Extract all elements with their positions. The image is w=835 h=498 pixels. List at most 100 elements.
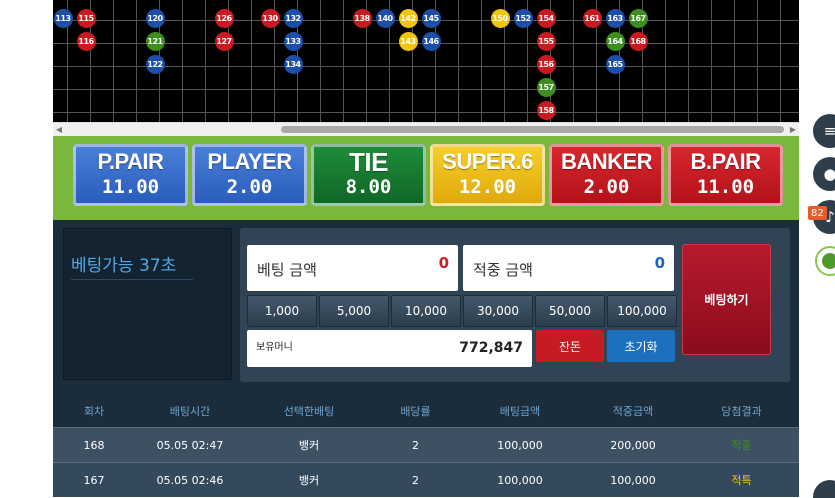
bet-amount-value: 0 — [438, 254, 449, 272]
option-name: SUPER.6 — [442, 149, 533, 174]
board-scrollbar[interactable]: ◀ ▶ — [53, 122, 799, 136]
option-name: P.PAIR — [97, 149, 164, 174]
win-amount-value: 0 — [654, 254, 665, 272]
cell-result: 적특 — [731, 474, 752, 487]
bet-options-bar: P.PAIR 11.00 PLAYER 2.00 TIE 8.00 SUPER.… — [53, 136, 799, 220]
cell-odds: 2 — [412, 438, 419, 452]
notification-badge: 82 — [808, 206, 827, 220]
reset-button[interactable]: 초기화 — [607, 330, 675, 362]
menu-icon[interactable]: ≡ — [813, 114, 835, 148]
change-button[interactable]: 잔돈 — [536, 330, 604, 362]
chip-30000[interactable]: 30,000 — [463, 295, 533, 327]
bead: 156 — [536, 54, 556, 74]
bet-timer: 베팅가능 37초 — [71, 256, 177, 276]
bead: 127 — [214, 31, 234, 51]
option-name: PLAYER — [207, 149, 292, 174]
chip-5000[interactable]: 5,000 — [319, 295, 389, 327]
header-odds: 배당률 — [400, 405, 431, 418]
header-round: 회차 — [83, 405, 105, 418]
cell-bet: 100,000 — [497, 438, 543, 452]
option-super6[interactable]: SUPER.6 12.00 — [430, 144, 545, 206]
bead: 121 — [145, 31, 165, 51]
bead: 142 — [398, 8, 418, 28]
option-odds: 2.00 — [226, 176, 273, 198]
page: 113 115 116 120 121 122 126 127 130 132 133 134 138 1… — [0, 0, 835, 498]
header-pick: 선택한배팅 — [283, 405, 335, 418]
cell-time: 05.05 02:46 — [156, 473, 224, 487]
option-p-pair[interactable]: P.PAIR 11.00 — [73, 144, 188, 206]
bet-amount-field: 베팅 금액 0 — [247, 245, 458, 291]
win-amount-field: 적중 금액 0 — [463, 245, 674, 291]
option-odds: 8.00 — [345, 176, 392, 198]
option-odds: 2.00 — [583, 176, 630, 198]
bead: 126 — [214, 8, 234, 28]
scroll-right-icon[interactable]: ▶ — [787, 123, 799, 136]
bead: 116 — [76, 31, 96, 51]
cell-win: 200,000 — [610, 438, 656, 452]
place-bet-button[interactable]: 베팅하기 — [682, 244, 771, 355]
cell-round: 167 — [83, 473, 105, 487]
bet-history-table: 회차 배팅시간 선택한배팅 배당률 배팅금액 적중금액 당첨결과 168 05.… — [53, 395, 799, 497]
bead: 130 — [260, 8, 280, 28]
chip-10000[interactable]: 10,000 — [391, 295, 461, 327]
option-name: BANKER — [560, 149, 653, 174]
cell-win: 100,000 — [610, 473, 656, 487]
bead: 120 — [145, 8, 165, 28]
bead: 155 — [536, 31, 556, 51]
table-header: 회차 배팅시간 선택한배팅 배당률 배팅금액 적중금액 당첨결과 — [53, 395, 799, 427]
option-tie[interactable]: TIE 8.00 — [311, 144, 426, 206]
bet-control-panel: 베팅가능 37초 베팅 금액 0 적중 금액 0 1,000 5,000 10,… — [53, 220, 799, 395]
cell-pick: 뱅커 — [298, 474, 320, 487]
option-odds: 11.00 — [696, 176, 755, 198]
bead: 138 — [352, 8, 372, 28]
bead: 164 — [605, 31, 625, 51]
bead: 140 — [375, 8, 395, 28]
site-logo-icon[interactable] — [815, 246, 835, 276]
bead: 132 — [283, 8, 303, 28]
scroll-thumb[interactable] — [281, 126, 784, 133]
table-row: 168 05.05 02:47 뱅커 2 100,000 200,000 적중 — [53, 427, 799, 462]
bead: 122 — [145, 54, 165, 74]
cell-round: 168 — [83, 438, 105, 452]
table-row: 167 05.05 02:46 뱅커 2 100,000 100,000 적특 — [53, 462, 799, 497]
option-name: TIE — [349, 147, 388, 177]
cell-time: 05.05 02:47 — [156, 438, 224, 452]
scroll-left-icon[interactable]: ◀ — [53, 123, 65, 136]
user-icon[interactable]: ● — [813, 157, 835, 191]
timer-divider — [71, 279, 193, 280]
bead: 133 — [283, 31, 303, 51]
bead: 152 — [513, 8, 533, 28]
bead: 115 — [76, 8, 96, 28]
logo-inner — [822, 253, 835, 269]
cell-odds: 2 — [412, 473, 419, 487]
header-win: 적중금액 — [612, 405, 654, 418]
scroll-top-icon[interactable] — [813, 480, 835, 498]
bead: 134 — [283, 54, 303, 74]
cell-pick: 뱅커 — [298, 439, 320, 452]
option-b-pair[interactable]: B.PAIR 11.00 — [668, 144, 783, 206]
timer-box: 베팅가능 37초 — [63, 228, 232, 380]
bead-road-board: 113 115 116 120 121 122 126 127 130 132 133 134 138 1… — [53, 0, 799, 122]
chip-50000[interactable]: 50,000 — [535, 295, 605, 327]
header-time: 배팅시간 — [169, 405, 211, 418]
option-banker[interactable]: BANKER 2.00 — [549, 144, 664, 206]
chip-1000[interactable]: 1,000 — [247, 295, 317, 327]
option-odds: 12.00 — [458, 176, 517, 198]
bead: 157 — [536, 77, 556, 97]
balance-value: 772,847 — [459, 340, 523, 356]
chip-100000[interactable]: 100,000 — [607, 295, 677, 327]
bead: 158 — [536, 100, 556, 120]
bead: 167 — [628, 8, 648, 28]
bead: 143 — [398, 31, 418, 51]
balance-box: 보유머니 772,847 — [247, 330, 532, 367]
bead: 165 — [605, 54, 625, 74]
bet-amount-label: 베팅 금액 — [257, 261, 317, 279]
bead: 145 — [421, 8, 441, 28]
header-bet: 배팅금액 — [499, 405, 541, 418]
option-player[interactable]: PLAYER 2.00 — [192, 144, 307, 206]
header-result: 당첨결과 — [721, 405, 762, 418]
bead: 168 — [628, 31, 648, 51]
option-name: B.PAIR — [690, 149, 761, 174]
option-odds: 11.00 — [101, 176, 160, 198]
bead: 161 — [582, 8, 602, 28]
